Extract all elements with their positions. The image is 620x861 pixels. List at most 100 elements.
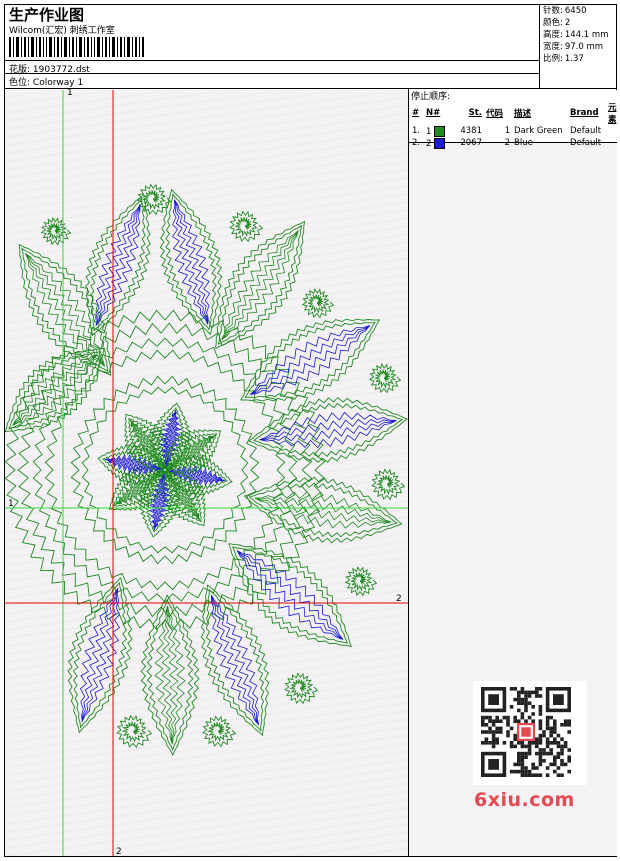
qr-module	[538, 733, 543, 738]
qr-module	[545, 741, 550, 745]
qr-module	[542, 751, 546, 756]
qr-module	[542, 730, 546, 734]
qr-module	[556, 751, 561, 756]
qr-module	[520, 715, 525, 720]
qr-module	[506, 723, 510, 727]
qr-module	[563, 723, 568, 727]
qr-module	[520, 755, 525, 759]
qr-module	[542, 748, 546, 752]
table-row[interactable]: 2. 2 2067 2 Blue Default	[410, 137, 620, 149]
color-swatch	[434, 125, 446, 137]
qr-module	[517, 769, 521, 774]
qr-module	[524, 766, 528, 770]
qr-module	[481, 723, 485, 727]
qr-module	[549, 751, 553, 756]
qr-module	[527, 769, 532, 774]
qr-module	[517, 690, 521, 695]
qr-module	[567, 755, 571, 759]
qr-module	[531, 712, 535, 716]
qr-module	[538, 748, 543, 752]
qr-module	[549, 733, 553, 738]
qr-module	[517, 751, 521, 756]
qr-module	[520, 697, 525, 702]
qr-module	[556, 755, 561, 759]
red-vertical-axis-label: 2	[116, 847, 122, 857]
qr-module	[484, 723, 489, 727]
qr-module	[520, 769, 525, 774]
qr-code-image	[481, 687, 571, 777]
qr-module	[560, 723, 564, 727]
qr-finder	[553, 694, 564, 705]
qr-module	[563, 744, 568, 749]
qr-module	[535, 741, 539, 745]
qr-module	[545, 773, 550, 777]
qr-module	[531, 690, 535, 695]
col-code: 代码	[486, 109, 504, 119]
qr-module	[563, 762, 568, 767]
qr-module	[509, 741, 514, 745]
qr-module	[499, 726, 503, 731]
qr-module	[506, 719, 510, 723]
qr-module	[553, 755, 557, 759]
qr-module	[556, 744, 561, 749]
qr-module	[553, 759, 557, 763]
qr-module	[549, 730, 553, 734]
qr-module	[484, 730, 489, 734]
qr-module	[524, 769, 528, 774]
embroidery-design	[5, 90, 408, 856]
qr-module	[535, 687, 539, 691]
qr-module	[520, 762, 525, 767]
watermark-text: 6xiu.com	[474, 789, 575, 811]
decorative-curl	[301, 287, 335, 319]
qr-module	[484, 741, 489, 745]
red-horizontal-axis-label: 2	[396, 594, 402, 604]
qr-module	[517, 701, 521, 705]
qr-module	[531, 773, 535, 777]
qr-module	[545, 715, 550, 720]
color-swatch	[434, 137, 446, 149]
qr-module	[535, 694, 539, 698]
meta-divider	[4, 73, 540, 74]
decorative-curl	[229, 210, 264, 243]
stop-sequence-table: # N# St. 代码 描述 Brand 元素 1. 1 4381 1 Dark…	[410, 101, 620, 149]
qr-module	[495, 715, 499, 720]
qr-module	[545, 766, 550, 770]
table-row[interactable]: 1. 1 4381 1 Dark Green Default	[410, 125, 620, 137]
qr-module	[567, 723, 571, 727]
qr-module	[517, 719, 521, 723]
qr-module	[545, 737, 550, 741]
qr-module	[524, 701, 528, 705]
qr-module	[545, 719, 550, 723]
qr-module	[535, 744, 539, 749]
qr-module	[531, 741, 535, 745]
qr-module	[513, 769, 517, 774]
qr-module	[538, 726, 543, 731]
qr-module	[513, 737, 517, 741]
col-element: 元素	[608, 103, 617, 125]
qr-module	[488, 730, 492, 734]
qr-module	[553, 769, 557, 774]
qr-module	[524, 744, 528, 749]
decorative-curl	[368, 362, 402, 394]
qr-module	[491, 723, 496, 727]
qr-module	[524, 719, 528, 723]
qr-module	[549, 715, 553, 720]
qr-module	[488, 715, 492, 720]
qr-module	[538, 705, 543, 709]
qr-module	[560, 759, 564, 763]
qr-module	[567, 759, 571, 763]
page-title: 生产作业图	[9, 6, 85, 24]
qr-module	[513, 697, 517, 702]
qr-module	[553, 730, 557, 734]
qr-module	[553, 741, 557, 745]
qr-module	[538, 708, 543, 713]
qr-module	[488, 726, 492, 731]
qr-module	[567, 719, 571, 723]
qr-module	[538, 773, 543, 777]
barcode-divider	[4, 60, 540, 61]
qr-module	[509, 744, 514, 749]
qr-module	[542, 733, 546, 738]
qr-module	[553, 762, 557, 767]
col-brand: Brand	[570, 108, 599, 118]
colorway-name: Colorway 1	[32, 78, 84, 88]
